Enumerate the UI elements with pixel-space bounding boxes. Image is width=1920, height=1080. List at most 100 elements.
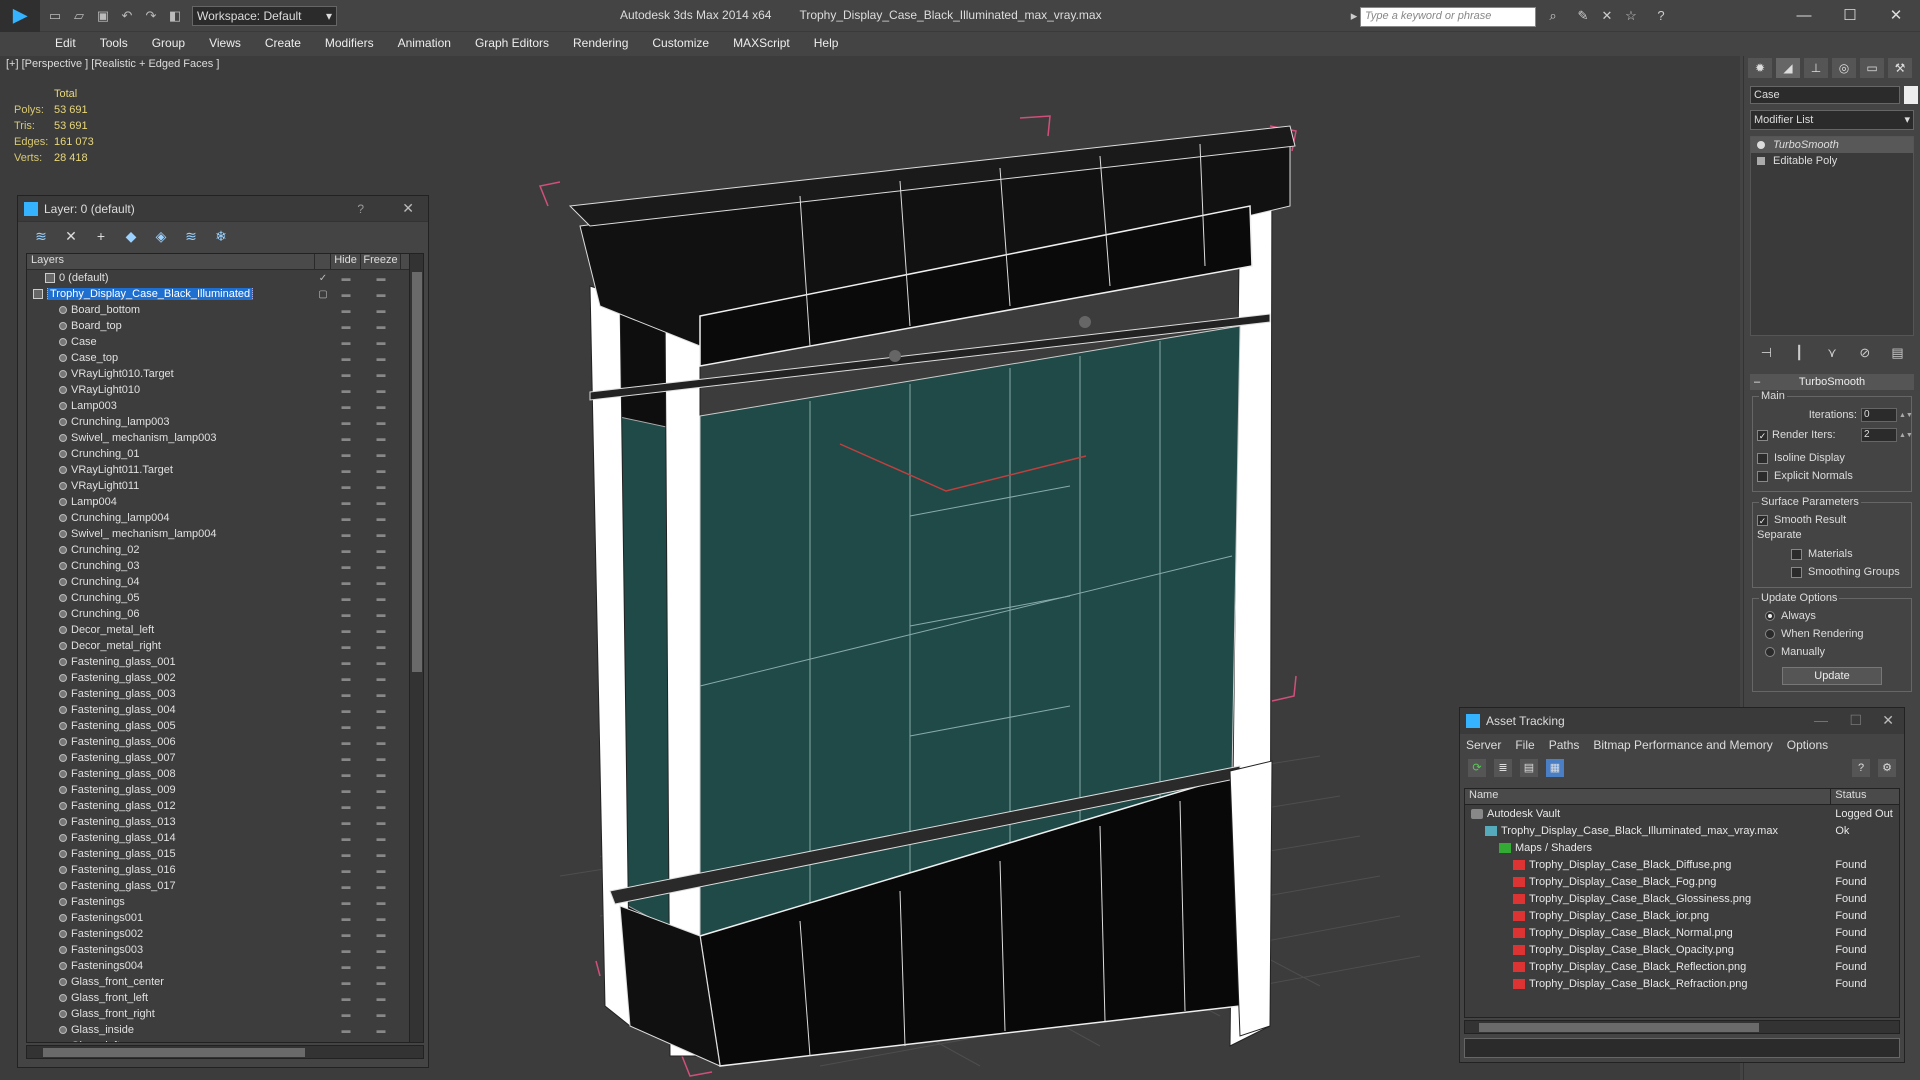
menu-animation[interactable]: Animation [398, 36, 451, 50]
layer-row[interactable]: Trophy_Display_Case_Black_Illuminated ▢ ▬ ▬ [27, 286, 423, 302]
menu-options[interactable]: Options [1787, 738, 1828, 752]
layer-row[interactable]: Fastenings004 ▬ ▬ [27, 958, 423, 974]
modify-tab-icon[interactable]: ◢ [1776, 58, 1800, 78]
binoculars-icon[interactable]: ⌕ [1544, 8, 1562, 26]
freeze-toggle[interactable]: ▬ [361, 641, 401, 651]
hide-toggle[interactable]: ▬ [331, 481, 361, 491]
col-hide[interactable]: Hide [331, 254, 361, 269]
menu-group[interactable]: Group [152, 36, 185, 50]
freeze-toggle[interactable]: ▬ [361, 849, 401, 859]
hide-toggle[interactable]: ▬ [331, 545, 361, 555]
hide-toggle[interactable]: ▬ [331, 1025, 361, 1035]
save-file-icon[interactable]: ▣ [94, 7, 112, 25]
freeze-toggle[interactable]: ▬ [361, 833, 401, 843]
hide-toggle[interactable]: ▬ [331, 465, 361, 475]
hide-toggle[interactable]: ▬ [331, 529, 361, 539]
hierarchy-tab-icon[interactable]: ⊥ [1804, 58, 1828, 78]
freeze-toggle[interactable]: ▬ [361, 929, 401, 939]
layer-row[interactable]: Fastenings003 ▬ ▬ [27, 942, 423, 958]
menu-bitmap-performance[interactable]: Bitmap Performance and Memory [1593, 738, 1772, 752]
layer-row[interactable]: Glass_front_right ▬ ▬ [27, 1006, 423, 1022]
asset-horizontal-scrollbar[interactable] [1464, 1020, 1900, 1034]
freeze-toggle[interactable]: ▬ [361, 865, 401, 875]
highlight-selected-icon[interactable]: ◈ [150, 225, 172, 247]
layer-row[interactable]: Fastenings001 ▬ ▬ [27, 910, 423, 926]
freeze-toggle[interactable]: ▬ [361, 737, 401, 747]
hide-toggle[interactable]: ▬ [331, 785, 361, 795]
freeze-toggle[interactable]: ▬ [361, 273, 401, 283]
hide-toggle[interactable]: ▬ [331, 993, 361, 1003]
layer-row[interactable]: Crunching_lamp004 ▬ ▬ [27, 510, 423, 526]
create-layer-icon[interactable]: ≋ [30, 225, 52, 247]
freeze-toggle[interactable]: ▬ [361, 385, 401, 395]
layer-row[interactable]: Fastening_glass_013 ▬ ▬ [27, 814, 423, 830]
freeze-toggle[interactable]: ▬ [361, 689, 401, 699]
hide-toggle[interactable]: ▬ [331, 881, 361, 891]
scrollbar-thumb[interactable] [412, 272, 422, 672]
layer-vertical-scrollbar[interactable] [409, 254, 423, 1042]
layer-panel-titlebar[interactable]: Layer: 0 (default) ? ✕ [18, 196, 428, 222]
layer-row[interactable]: Decor_metal_left ▬ ▬ [27, 622, 423, 638]
freeze-toggle[interactable]: ▬ [361, 353, 401, 363]
hide-toggle[interactable]: ▬ [331, 305, 361, 315]
update-button[interactable]: Update [1782, 667, 1882, 685]
layer-row[interactable]: Fastening_glass_005 ▬ ▬ [27, 718, 423, 734]
close-icon[interactable]: ✕ [402, 200, 414, 217]
hide-toggle[interactable]: ▬ [331, 609, 361, 619]
freeze-toggle[interactable]: ▬ [361, 753, 401, 763]
help-icon[interactable]: ? [1652, 8, 1670, 26]
asset-row[interactable]: Trophy_Display_Case_Black_Illuminated_ma… [1465, 822, 1899, 839]
when-rendering-radio[interactable] [1765, 629, 1775, 639]
hide-toggle[interactable]: ▬ [331, 673, 361, 683]
pin-stack-icon[interactable]: ⊣ [1756, 345, 1776, 361]
layer-row[interactable]: Case_top ▬ ▬ [27, 350, 423, 366]
scrollbar-thumb[interactable] [1479, 1023, 1759, 1032]
render-iters-checkbox[interactable]: ✓ [1757, 429, 1768, 441]
project-folder-icon[interactable]: ◧ [166, 7, 184, 25]
freeze-toggle[interactable]: ▬ [361, 529, 401, 539]
freeze-toggle[interactable]: ▬ [361, 465, 401, 475]
freeze-toggle[interactable]: ▬ [361, 513, 401, 523]
manually-radio[interactable] [1765, 647, 1775, 657]
layer-row[interactable]: Crunching_01 ▬ ▬ [27, 446, 423, 462]
asset-row[interactable]: Trophy_Display_Case_Black_Fog.png Found [1465, 873, 1899, 890]
freeze-toggle[interactable]: ▬ [361, 801, 401, 811]
layer-row[interactable]: Fastenings ▬ ▬ [27, 894, 423, 910]
asset-row[interactable]: Trophy_Display_Case_Black_ior.png Found [1465, 907, 1899, 924]
layer-row[interactable]: Glass_inside ▬ ▬ [27, 1022, 423, 1038]
asset-row[interactable]: Trophy_Display_Case_Black_Reflection.png… [1465, 958, 1899, 975]
maximize-button[interactable]: ☐ [1849, 712, 1862, 729]
layer-horizontal-scrollbar[interactable] [26, 1045, 424, 1059]
scrollbar-thumb[interactable] [43, 1048, 305, 1057]
layer-row[interactable]: Fastening_glass_008 ▬ ▬ [27, 766, 423, 782]
stack-item-editable-poly[interactable]: Editable Poly [1751, 153, 1913, 169]
delete-layer-icon[interactable]: ✕ [60, 225, 82, 247]
rollout-header[interactable]: – TurboSmooth [1750, 374, 1914, 390]
freeze-toggle[interactable]: ▬ [361, 577, 401, 587]
hide-toggle[interactable]: ▬ [331, 945, 361, 955]
freeze-toggle[interactable]: ▬ [361, 897, 401, 907]
freeze-toggle[interactable]: ▬ [361, 433, 401, 443]
freeze-toggle[interactable]: ▬ [361, 977, 401, 987]
hide-toggle[interactable]: ▬ [331, 369, 361, 379]
hide-toggle[interactable]: ▬ [331, 321, 361, 331]
layer-row[interactable]: Decor_metal_right ▬ ▬ [27, 638, 423, 654]
hide-toggle[interactable]: ▬ [331, 833, 361, 843]
layer-row[interactable]: Crunching_05 ▬ ▬ [27, 590, 423, 606]
layer-list[interactable]: Layers Hide Freeze 0 (default) ✓ ▬ ▬ Trophy_… [26, 253, 424, 1043]
freeze-toggle[interactable]: ▬ [361, 321, 401, 331]
layer-row[interactable]: Crunching_06 ▬ ▬ [27, 606, 423, 622]
layer-row[interactable]: Board_bottom ▬ ▬ [27, 302, 423, 318]
always-radio[interactable] [1765, 611, 1775, 621]
viewport-label[interactable]: [+] [Perspective ] [Realistic + Edged Fa… [6, 58, 219, 70]
freeze-toggle[interactable]: ▬ [361, 1025, 401, 1035]
asset-row[interactable]: Maps / Shaders [1465, 839, 1899, 856]
modifier-list-dropdown[interactable]: Modifier List ▾ [1750, 110, 1914, 130]
layer-row[interactable]: Fastenings002 ▬ ▬ [27, 926, 423, 942]
hide-toggle[interactable]: ▬ [331, 929, 361, 939]
freeze-toggle[interactable]: ▬ [361, 497, 401, 507]
hide-toggle[interactable]: ▬ [331, 737, 361, 747]
hide-toggle[interactable]: ▬ [331, 689, 361, 699]
hide-toggle[interactable]: ▬ [331, 1041, 361, 1042]
smooth-result-checkbox[interactable]: ✓ [1757, 514, 1768, 526]
